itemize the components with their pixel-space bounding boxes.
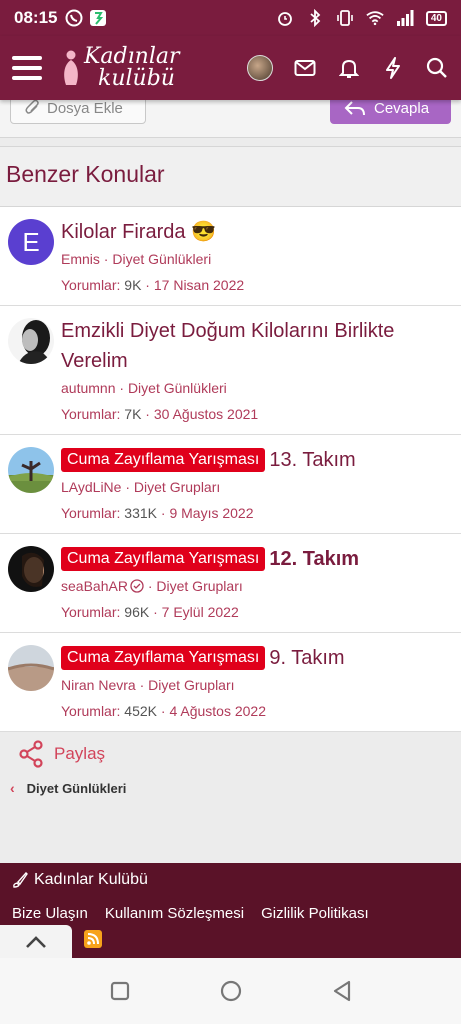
thread-author[interactable]: seaBahAR: [61, 578, 128, 594]
reply-button[interactable]: Cevapla: [330, 100, 451, 124]
thread-forum[interactable]: Diyet Günlükleri: [128, 380, 227, 396]
back-icon[interactable]: [332, 980, 352, 1002]
replies-count: 96K: [124, 604, 150, 620]
recents-icon[interactable]: [110, 981, 130, 1001]
avatar[interactable]: E: [8, 219, 54, 265]
thread-forum[interactable]: Diyet Grupları: [148, 677, 234, 693]
verified-badge-icon: [130, 579, 144, 593]
thread-author[interactable]: autumnn: [61, 380, 115, 396]
footer-link-privacy[interactable]: Gizlilik Politikası: [261, 905, 369, 922]
share-button[interactable]: Paylaş: [18, 740, 105, 768]
thread-forum[interactable]: Diyet Günlükleri: [112, 251, 211, 267]
footer-brand-label: Kadınlar Kulübü: [34, 871, 148, 888]
thread-author[interactable]: Niran Nevra: [61, 677, 136, 693]
thread-prefix-badge[interactable]: Cuma Zayıflama Yarışması: [61, 646, 266, 670]
app-header: Kadınlar kulübü: [0, 36, 461, 100]
reply-label: Cevapla: [374, 100, 430, 117]
wifi-icon: [366, 9, 384, 27]
thread-date: 9 Mayıs 2022: [169, 505, 254, 521]
replies-label: Yorumlar:: [61, 277, 121, 293]
thread-date: 7 Eylül 2022: [161, 604, 239, 620]
replies-count: 331K: [124, 505, 157, 521]
thread-date: 30 Ağustos 2021: [153, 406, 259, 422]
battery-icon: 40: [425, 10, 447, 26]
brush-icon: [13, 872, 28, 888]
thread-date: 4 Ağustos 2022: [169, 703, 266, 719]
home-icon[interactable]: [220, 980, 242, 1002]
thread-title[interactable]: 9. Takım: [269, 647, 344, 669]
replies-count: 9K: [124, 277, 142, 293]
rss-icon[interactable]: [84, 930, 102, 948]
thread-title[interactable]: Kilolar Firarda 😎: [61, 217, 453, 247]
thread-title[interactable]: 12. Takım: [269, 548, 359, 570]
lightning-icon[interactable]: [381, 56, 405, 80]
replies-label: Yorumlar:: [61, 604, 121, 620]
thread-author[interactable]: LAydLiNe: [61, 479, 121, 495]
share-icon: [19, 740, 43, 768]
footer-link-contact[interactable]: Bize Ulaşın: [12, 905, 88, 922]
replies-count: 452K: [124, 703, 157, 719]
attach-file-label: Dosya Ekle: [47, 100, 123, 117]
similar-threads-title: Benzer Konular: [0, 147, 461, 207]
logo-line-1: Kadınlar: [84, 44, 180, 69]
breadcrumb[interactable]: ‹ Diyet Günlükleri: [10, 780, 126, 796]
replies-label: Yorumlar:: [61, 505, 121, 521]
reply-icon: [344, 101, 365, 116]
replies-count: 7K: [124, 406, 142, 422]
avatar[interactable]: [8, 645, 54, 691]
thread-forum[interactable]: Diyet Grupları: [156, 578, 242, 594]
bell-icon[interactable]: [337, 56, 361, 80]
vibrate-icon: [336, 9, 354, 27]
thread-row[interactable]: Cuma Zayıflama Yarışması 12. Takım seaBah…: [0, 534, 461, 633]
envelope-icon[interactable]: [293, 56, 317, 80]
chevron-up-icon: [26, 935, 46, 948]
status-time: 08:15: [14, 8, 58, 27]
status-bar: 08:15 40: [0, 0, 461, 36]
thread-prefix-badge[interactable]: Cuma Zayıflama Yarışması: [61, 547, 266, 571]
share-label: Paylaş: [54, 744, 106, 763]
logo-line-2: kulübü: [98, 66, 175, 91]
attach-file-button[interactable]: Dosya Ekle: [10, 100, 146, 124]
thread-forum[interactable]: Diyet Grupları: [134, 479, 220, 495]
site-logo[interactable]: Kadınlar kulübü: [60, 46, 180, 90]
footer-link-terms[interactable]: Kullanım Sözleşmesi: [105, 905, 244, 922]
thread-row[interactable]: Cuma Zayıflama Yarışması 9. Takım Niran N…: [0, 633, 461, 732]
replies-label: Yorumlar:: [61, 406, 121, 422]
thread-date: 17 Nisan 2022: [153, 277, 245, 293]
logo-figure-icon: [64, 50, 78, 85]
thread-row[interactable]: E Kilolar Firarda 😎 Emnis · Diyet Günlük…: [0, 207, 461, 306]
avatar[interactable]: [8, 546, 54, 592]
editor-actions: Dosya Ekle Cevapla: [0, 100, 461, 138]
bluetooth-icon: [306, 9, 324, 27]
app-notification-icon: [89, 9, 107, 27]
paperclip-icon: [25, 100, 39, 114]
signal-icon: [396, 9, 414, 27]
avatar[interactable]: [8, 447, 54, 493]
breadcrumb-label[interactable]: Diyet Günlükleri: [27, 781, 127, 796]
thread-row[interactable]: Cuma Zayıflama Yarışması 13. Takım LAydLi…: [0, 435, 461, 534]
similar-threads: Benzer Konular E Kilolar Firarda 😎 Emnis…: [0, 146, 461, 732]
avatar[interactable]: [8, 318, 54, 364]
chevron-left-icon: ‹: [10, 780, 15, 796]
thread-prefix-badge[interactable]: Cuma Zayıflama Yarışması: [61, 448, 266, 472]
user-avatar[interactable]: [247, 55, 273, 81]
footer-brand[interactable]: Kadınlar Kulübü: [12, 871, 148, 889]
scroll-top-button[interactable]: [0, 925, 72, 958]
thread-author[interactable]: Emnis: [61, 251, 100, 267]
whatsapp-icon: [65, 9, 83, 27]
thread-title[interactable]: Emzikli Diyet Doğum Kilolarını Birlikte …: [61, 316, 453, 376]
system-nav-bar: [0, 958, 461, 1024]
replies-label: Yorumlar:: [61, 703, 121, 719]
alarm-icon: [276, 9, 294, 27]
menu-icon[interactable]: [12, 56, 42, 80]
thread-row[interactable]: Emzikli Diyet Doğum Kilolarını Birlikte …: [0, 306, 461, 435]
search-icon[interactable]: [425, 56, 449, 80]
thread-title[interactable]: 13. Takım: [269, 449, 355, 471]
